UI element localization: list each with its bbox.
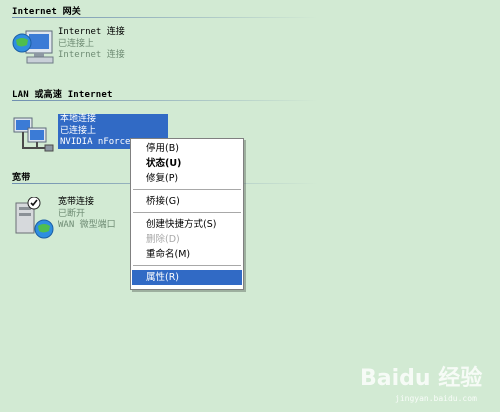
section-divider <box>12 100 318 101</box>
menu-item-rename[interactable]: 重命名(M) <box>132 247 242 262</box>
context-menu: 停用(B) 状态(U) 修复(P) 桥接(G) 创建快捷方式(S) 删除(D) … <box>130 138 244 290</box>
section-divider <box>12 17 318 18</box>
connection-name: 本地连接 <box>60 114 97 124</box>
menu-separator <box>133 189 241 190</box>
menu-separator <box>133 265 241 266</box>
connection-name: Internet 连接 <box>58 27 125 37</box>
connection-name: 宽带连接 <box>58 197 95 207</box>
menu-separator <box>133 212 241 213</box>
connection-device: Internet 连接 <box>58 50 125 60</box>
connection-status: 已连接上 <box>58 38 95 49</box>
menu-item-properties[interactable]: 属性(R) <box>132 270 242 285</box>
connection-status: 已连接上 <box>60 125 97 136</box>
connection-device: WAN 微型端口 <box>58 220 116 230</box>
menu-item-bridge[interactable]: 桥接(G) <box>132 194 242 209</box>
network-computers-icon <box>12 114 54 156</box>
menu-item-disable[interactable]: 停用(B) <box>132 141 242 156</box>
menu-item-repair[interactable]: 修复(P) <box>132 171 242 186</box>
network-connections-window: Internet 网关 Internet 连接 已连接上 Internet 连接… <box>0 0 500 412</box>
watermark-url: jingyan.baidu.com <box>395 394 477 403</box>
section-header-internet-gateway: Internet 网关 <box>12 7 81 17</box>
baidu-jingyan-watermark: Baidu 经验 <box>360 366 483 391</box>
broadband-connection-icon <box>12 196 54 239</box>
menu-item-status[interactable]: 状态(U) <box>132 156 242 171</box>
internet-gateway-icon <box>12 27 54 69</box>
connection-status: 已断开 <box>58 208 86 219</box>
section-header-lan: LAN 或高速 Internet <box>12 90 113 100</box>
menu-item-delete: 删除(D) <box>146 234 180 245</box>
menu-item-create-shortcut[interactable]: 创建快捷方式(S) <box>132 217 242 232</box>
section-header-broadband: 宽带 <box>12 173 31 183</box>
